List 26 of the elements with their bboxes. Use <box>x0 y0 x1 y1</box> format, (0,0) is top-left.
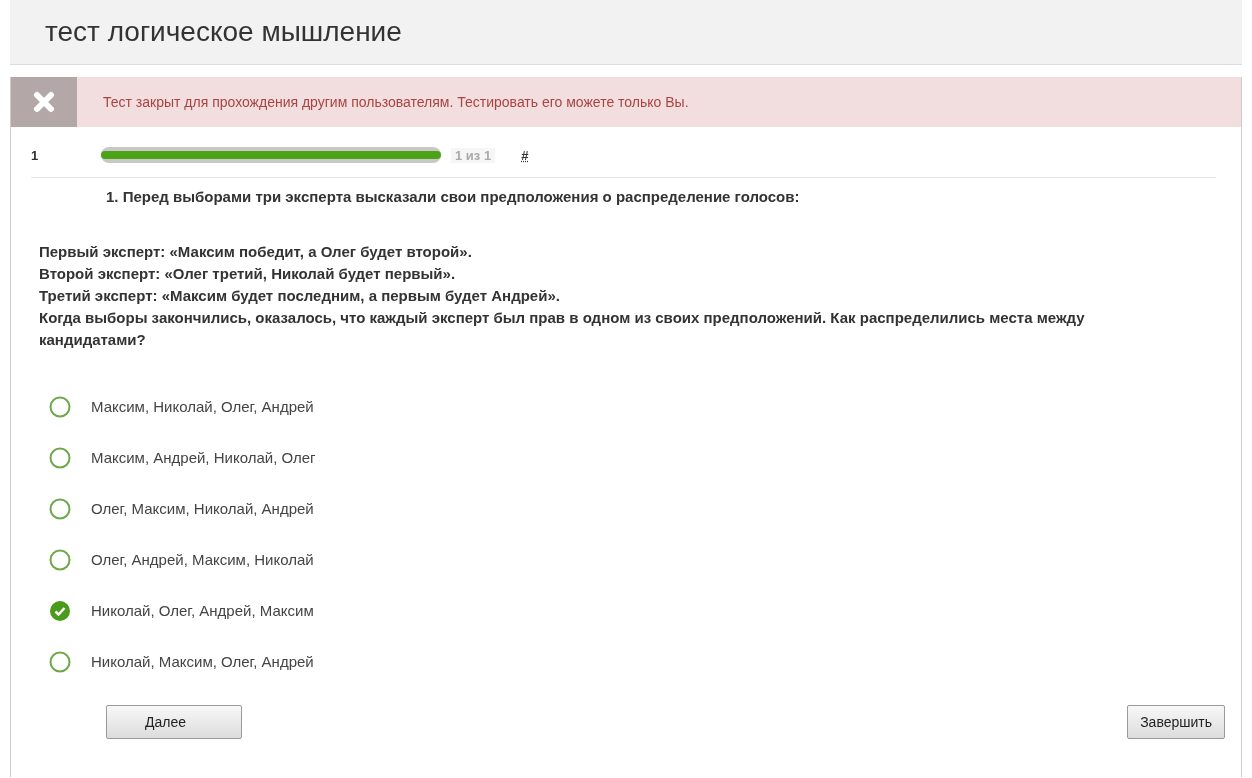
radio-icon[interactable] <box>49 395 71 418</box>
question-text: Первый эксперт: «Максим победит, а Олег будет второй». <box>39 242 473 262</box>
answer-option[interactable]: Николай, Максим, Олег, Андрей <box>49 636 1241 687</box>
radio-icon[interactable] <box>49 446 71 469</box>
hash-link[interactable]: # <box>521 147 529 163</box>
radio-checked-icon[interactable] <box>49 599 71 622</box>
finish-button[interactable]: Завершить <box>1127 705 1225 739</box>
question-heading: 1. Перед выборами три эксперта высказали свои предположения о распределение голосов: <box>106 188 801 205</box>
answer-option[interactable]: Николай, Олег, Андрей, Максим <box>49 585 1241 636</box>
page-title: тест логическое мышление <box>45 16 402 48</box>
answer-option[interactable]: Максим, Андрей, Николай, Олег <box>49 432 1241 483</box>
question-text: Когда выборы закончились, оказалось, что каждый эксперт был прав в одном из своих предположений. Как распределились места между кандидатами? <box>39 308 1086 350</box>
radio-icon[interactable] <box>49 497 71 520</box>
radio-icon[interactable] <box>49 650 71 673</box>
next-button[interactable]: Далее <box>106 705 242 739</box>
close-icon <box>33 91 55 113</box>
answer-option[interactable]: Олег, Андрей, Максим, Николай <box>49 534 1241 585</box>
question-number: 1 <box>31 147 40 163</box>
question-text: Второй эксперт: «Олег третий, Николай будет первый». <box>39 264 457 284</box>
close-button[interactable] <box>11 77 77 127</box>
question-text: Третий эксперт: «Максим будет последним, а первым будет Андрей». <box>39 286 561 306</box>
answer-option[interactable]: Максим, Николай, Олег, Андрей <box>49 381 1241 432</box>
radio-icon[interactable] <box>49 548 71 571</box>
answer-option[interactable]: Олег, Максим, Николай, Андрей <box>49 483 1241 534</box>
progress-counter: 1 из 1 <box>451 147 496 163</box>
alert-text: Тест закрыт для прохождения другим пользователям. Тестировать его можете только Вы. <box>103 94 689 110</box>
